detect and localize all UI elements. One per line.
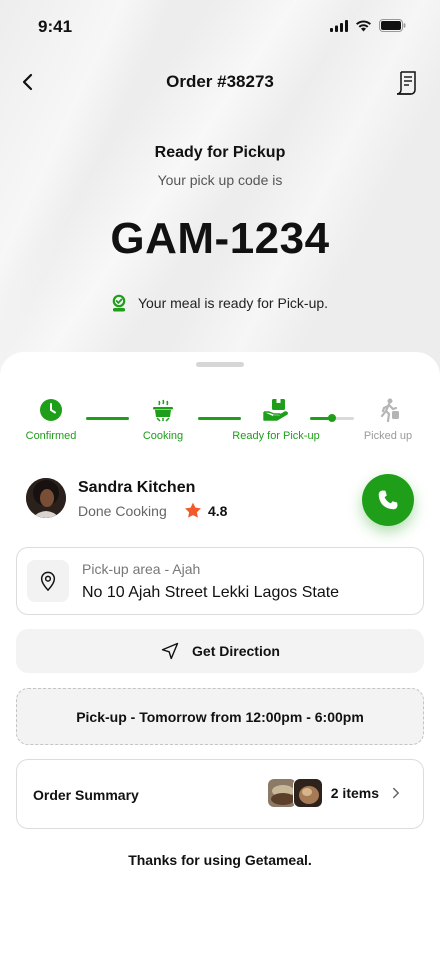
vendor-avatar <box>26 478 66 518</box>
page-title: Order #38273 <box>166 72 274 91</box>
phone-icon <box>378 490 398 510</box>
chevron-right-icon <box>393 787 399 799</box>
status-title: Ready for Pickup <box>154 144 286 161</box>
walking-person-icon <box>380 398 399 422</box>
call-button[interactable] <box>362 474 414 526</box>
header-background <box>0 0 440 380</box>
order-summary-card[interactable]: Order Summary 2 items <box>16 759 424 829</box>
vendor-status: Done Cooking <box>78 503 167 519</box>
wifi-icon <box>356 19 371 31</box>
address-label: Pick-up area - Ajah <box>82 561 201 577</box>
step-label-confirmed: Confirmed <box>25 430 77 442</box>
battery-icon <box>379 19 406 32</box>
step-ready: Ready for Pick-up <box>221 396 331 442</box>
location-icon-box <box>27 560 69 602</box>
clock-icon <box>40 399 62 421</box>
hand-package-icon <box>263 399 288 421</box>
step-label-ready: Ready for Pick-up <box>232 430 320 442</box>
rating-value: 4.8 <box>208 502 228 519</box>
pickup-time-text: Pick-up - Tomorrow from 12:00pm - 6:00pm <box>76 708 364 725</box>
star-icon <box>185 502 201 518</box>
status-bar: 9:41 <box>0 0 440 54</box>
location-pin-icon <box>40 571 56 591</box>
signal-icon <box>330 19 348 32</box>
step-cooking: Cooking <box>108 396 218 442</box>
step-confirmed: Confirmed <box>0 396 106 442</box>
address-value: No 10 Ajah Street Lekki Lagos State <box>82 584 340 601</box>
order-thumbnails <box>266 778 323 808</box>
status-time: 9:41 <box>38 17 73 36</box>
pickup-time-banner: Pick-up - Tomorrow from 12:00pm - 6:00pm <box>16 688 424 745</box>
pickup-code: GAM-1234 <box>110 214 330 263</box>
ready-note: Your meal is ready for Pick-up. <box>0 294 440 312</box>
thanks-message: Thanks for using Getameal. <box>128 852 312 868</box>
order-progress: Confirmed Cooking Ready for Pick-up Pick… <box>0 396 440 446</box>
order-item-count: 2 items <box>330 785 379 801</box>
step-label-picked-up: Picked up <box>363 430 413 442</box>
get-direction-button[interactable]: Get Direction <box>16 629 424 673</box>
get-direction-label: Get Direction <box>192 643 280 659</box>
order-summary-right: 2 items <box>266 778 405 808</box>
status-icons <box>330 19 406 32</box>
pickup-address-card[interactable]: Pick-up area - Ajah No 10 Ajah Street Le… <box>16 547 424 615</box>
order-summary-label: Order Summary <box>33 787 139 803</box>
code-caption: Your pick up code is <box>157 172 283 188</box>
bottom-sheet: Confirmed Cooking Ready for Pick-up Pick… <box>0 352 440 956</box>
cooking-pot-icon <box>153 399 173 422</box>
food-thumbnail-2 <box>292 778 323 808</box>
sheet-handle[interactable] <box>196 362 244 367</box>
nav-header: Order #38273 <box>0 62 440 104</box>
navigation-arrow-icon <box>161 642 179 660</box>
meal-ready-icon <box>112 294 126 312</box>
vendor-rating: 4.8 <box>184 502 227 519</box>
step-picked-up: Picked up <box>333 396 440 442</box>
receipt-button[interactable] <box>396 70 420 96</box>
step-label-cooking: Cooking <box>142 430 184 442</box>
ready-note-text: Your meal is ready for Pick-up. <box>137 295 329 311</box>
vendor-name: Sandra Kitchen <box>78 479 196 496</box>
receipt-icon <box>396 71 416 95</box>
